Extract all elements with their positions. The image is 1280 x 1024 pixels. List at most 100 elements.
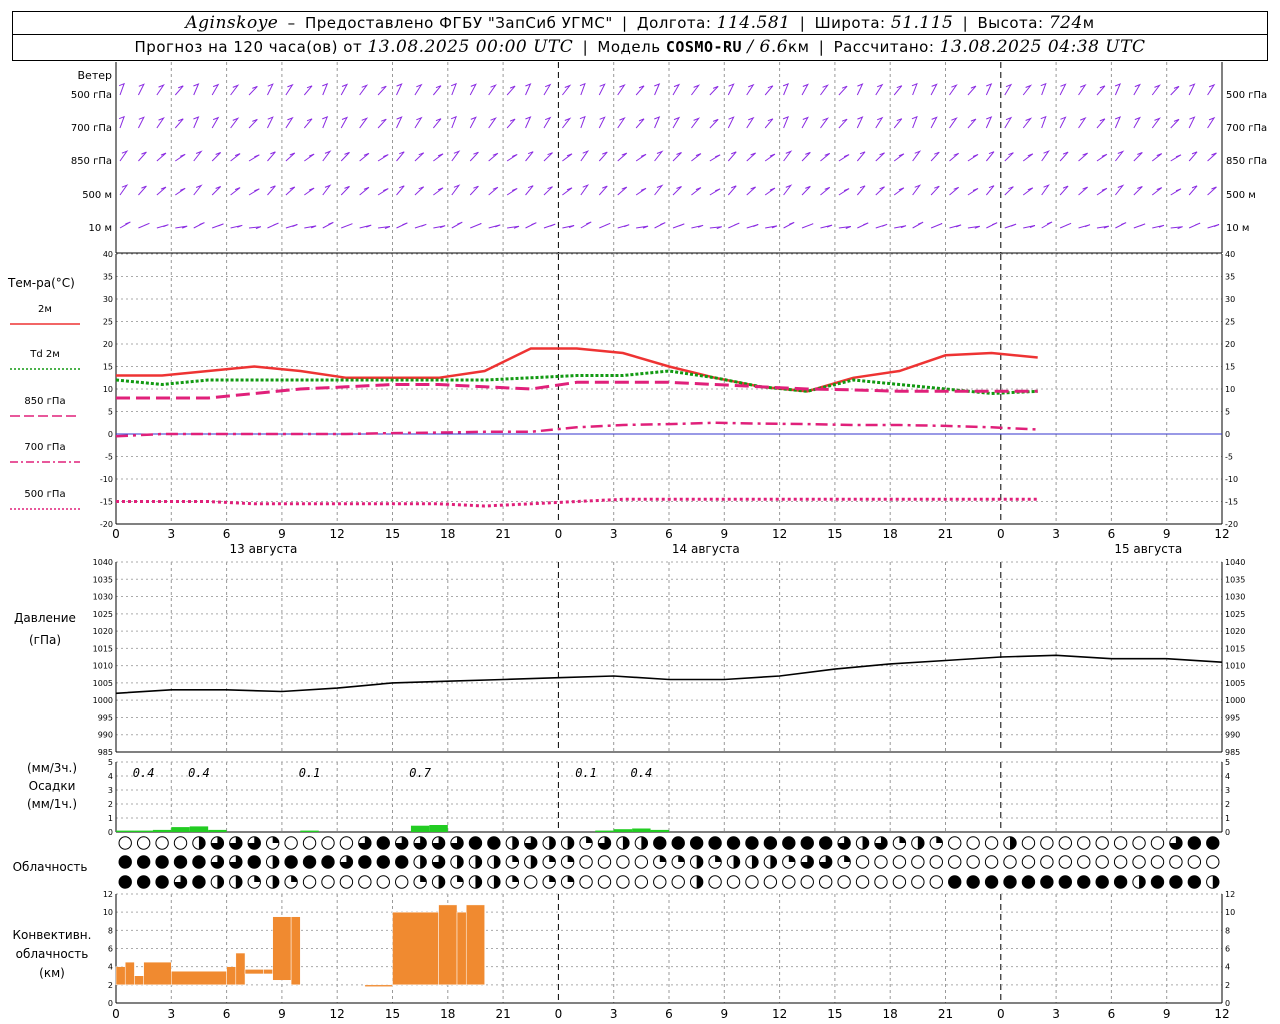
cloud-fill <box>192 855 206 869</box>
y-tick-label-right: 2 <box>1225 981 1230 990</box>
wind-barb <box>378 226 391 229</box>
wind-barb <box>801 185 811 196</box>
convective-bar <box>143 961 172 986</box>
wind-barb <box>1059 222 1072 229</box>
wind-barb <box>782 115 790 129</box>
convective-bar <box>134 975 144 986</box>
x-tick-label: 12 <box>772 527 787 541</box>
wind-barb <box>911 82 918 96</box>
wind-barb <box>322 82 329 96</box>
wind-barb <box>432 118 442 129</box>
y-tick-label-right: 0 <box>1225 828 1230 837</box>
cloud-fill <box>493 875 501 889</box>
cloud-symbol <box>818 875 833 889</box>
y-tick-label-right: 1010 <box>1225 662 1245 671</box>
convective-bar <box>244 969 264 975</box>
cloud-fill <box>198 836 206 850</box>
cloud-fill <box>254 875 261 882</box>
cloud-symbol <box>874 875 888 889</box>
wind-barb <box>248 118 258 129</box>
wind-barb <box>967 188 979 196</box>
wind-barb <box>783 221 795 229</box>
x-tick-label: 18 <box>883 1007 898 1021</box>
cloud-symbol <box>284 836 298 850</box>
wind-barb <box>820 152 831 162</box>
cloud-fill <box>487 836 501 850</box>
wind-barb <box>764 118 774 129</box>
wind-barb <box>820 84 830 96</box>
cloud-fill <box>764 836 777 850</box>
cloud-fill <box>1095 875 1109 889</box>
cloud-fill <box>420 855 427 869</box>
x-tick-label: 0 <box>112 527 120 541</box>
y-tick-label-left: 35 <box>103 273 113 282</box>
wind-barb <box>562 225 575 229</box>
cloud-symbol <box>1150 836 1165 850</box>
wind-barb <box>746 224 759 229</box>
cloud-symbol <box>1021 836 1036 850</box>
wind-barb <box>525 185 534 196</box>
wind-barb <box>691 84 701 96</box>
wind-barb <box>1133 223 1146 229</box>
cloud-symbol <box>929 855 943 869</box>
wind-barb <box>875 83 884 96</box>
wind-barb <box>1188 83 1196 96</box>
wind-barb <box>579 82 586 96</box>
y-tick-label-right: 1000 <box>1225 696 1245 705</box>
convective-bar <box>438 904 458 986</box>
cloud-fill <box>708 836 722 850</box>
wind-panel: Ветер 500 гПа 500 гПа 700 гПа 700 гПа 850 гПа… <box>71 62 1267 254</box>
wind-barb <box>783 184 793 196</box>
y-tick-label-left: 1040 <box>93 558 113 567</box>
convective-bar <box>456 911 467 986</box>
y-tick-label-left: 1020 <box>93 627 113 636</box>
cloud-fill <box>1022 875 1035 889</box>
wind-barb <box>1207 83 1216 96</box>
wind-barb <box>746 83 755 96</box>
wind-barb <box>1022 117 1033 129</box>
wind-barb <box>156 84 165 96</box>
wind-barb <box>414 83 423 96</box>
wind-barb <box>949 152 960 162</box>
cloud-fill <box>438 875 445 889</box>
y-tick-label-right: 12 <box>1225 890 1235 899</box>
wind-barb <box>856 151 866 162</box>
wind-barb <box>709 154 721 162</box>
wind-barb <box>267 116 274 129</box>
y-tick-label-right: -10 <box>1225 475 1238 484</box>
wind-barb <box>599 222 611 229</box>
wind-barb <box>691 224 704 229</box>
wind-barb <box>433 153 444 162</box>
cloud-symbol <box>1095 855 1109 869</box>
wind-barb <box>893 118 903 129</box>
day-label: 13 августа <box>230 542 298 556</box>
cloud-symbol <box>763 875 778 889</box>
cloud-fill <box>696 855 703 869</box>
wind-barb <box>230 187 241 196</box>
precip-bar <box>650 829 669 832</box>
cloud-fill <box>420 875 427 882</box>
cloud-symbol <box>948 855 962 869</box>
wind-barb <box>1207 152 1217 162</box>
cloud-fill <box>801 836 814 850</box>
cloud-symbol <box>1113 855 1128 869</box>
cloud-fill <box>248 855 261 869</box>
wind-barb <box>1188 222 1201 229</box>
x-tick-label: 18 <box>440 527 455 541</box>
wind-barb <box>598 185 608 196</box>
y-tick-label-left: 30 <box>103 295 113 304</box>
x-tick-label: 21 <box>495 527 510 541</box>
wind-barb <box>1078 152 1088 162</box>
y-tick-label-left: -5 <box>105 453 113 462</box>
wind-barb <box>691 187 702 196</box>
wind-barb <box>764 187 776 196</box>
x-tick-label: 3 <box>167 1007 175 1021</box>
wind-barb <box>672 152 682 162</box>
precip-bar <box>189 826 209 832</box>
wind-barb <box>838 85 848 96</box>
wind-barb <box>1078 84 1087 96</box>
wind-barb <box>1188 185 1198 196</box>
legend-label-td2m: Td 2м <box>29 349 60 360</box>
wind-barb <box>451 221 463 229</box>
wind-barb <box>1096 85 1106 96</box>
